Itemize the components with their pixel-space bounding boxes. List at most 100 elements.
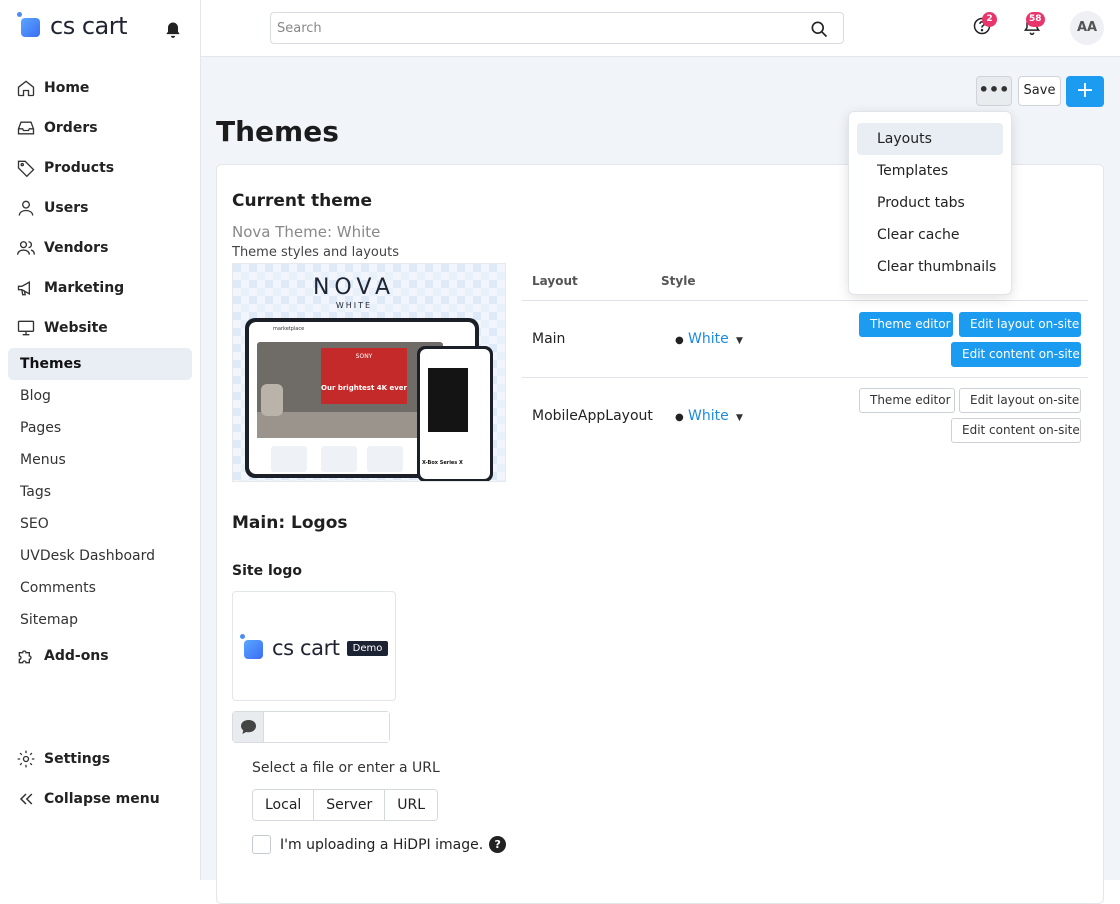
more-actions-button[interactable]: ••• [976, 76, 1012, 106]
source-url-button[interactable]: URL [385, 790, 437, 820]
search-input[interactable] [271, 13, 791, 43]
site-logo-label: Site logo [232, 563, 302, 579]
sidebar-item-orders[interactable]: Orders [8, 108, 192, 148]
collapse-menu-button[interactable]: Collapse menu [8, 779, 192, 819]
file-source-switch: Local Server URL [252, 789, 438, 821]
alt-text-input[interactable] [265, 712, 389, 742]
double-chevron-left-icon [19, 793, 33, 805]
menu-item-clear-cache[interactable]: Clear cache [857, 219, 1003, 251]
gear-icon [17, 750, 35, 768]
sidebar-item-blog[interactable]: Blog [8, 380, 192, 412]
sidebar-item-comments[interactable]: Comments [8, 572, 192, 604]
cs-cart-logo-icon [16, 12, 44, 40]
caret-down-icon[interactable]: ▼ [736, 336, 743, 346]
sidebar-item-marketing[interactable]: Marketing [8, 268, 192, 308]
notifications-bell-icon[interactable] [163, 20, 183, 44]
sidebar-item-products[interactable]: Products [8, 148, 192, 188]
sidebar-item-uvdesk[interactable]: UVDesk Dashboard [8, 540, 192, 572]
page-title: Themes [216, 115, 339, 148]
edit-content-onsite-button[interactable]: Edit content on-site [951, 418, 1081, 443]
sidebar-nav: Home Orders Products Users Vendors Marke… [8, 68, 192, 676]
comment-icon [233, 712, 264, 742]
layout-name: MobileAppLayout [532, 408, 653, 424]
search-icon[interactable] [809, 19, 829, 39]
source-local-button[interactable]: Local [253, 790, 315, 820]
sidebar-item-label: Settings [44, 751, 111, 767]
edit-layout-onsite-button[interactable]: Edit layout on-site [959, 388, 1081, 413]
more-actions-dropdown: Layouts Templates Product tabs Clear cac… [848, 111, 1012, 295]
caret-down-icon[interactable]: ▼ [736, 413, 743, 423]
site-logo-preview[interactable]: cs cart Demo [232, 591, 396, 701]
sidebar-item-sitemap[interactable]: Sitemap [8, 604, 192, 636]
theme-editor-button[interactable]: Theme editor [859, 312, 953, 337]
preview-banner-text: Our brightest 4K ever [321, 384, 408, 392]
cs-cart-logo-icon [239, 634, 267, 662]
sidebar-item-home[interactable]: Home [8, 68, 192, 108]
logos-heading: Main: Logos [232, 513, 348, 533]
save-button[interactable]: Save [1018, 76, 1061, 106]
brand-logo-text: cs cart [50, 12, 128, 40]
sidebar-item-users[interactable]: Users [8, 188, 192, 228]
menu-item-product-tabs[interactable]: Product tabs [857, 187, 1003, 219]
sidebar-item-addons[interactable]: Add-ons [8, 636, 192, 676]
preview-variant-text: WHITE [336, 301, 372, 310]
bullet-icon: ● [675, 412, 684, 423]
sidebar-item-settings[interactable]: Settings [8, 739, 192, 779]
sidebar-item-label: Products [44, 160, 115, 176]
sidebar-item-label: Add-ons [44, 648, 109, 664]
edit-layout-onsite-button[interactable]: Edit layout on-site [959, 312, 1081, 337]
users-icon [17, 241, 35, 255]
style-dropdown[interactable]: White [688, 408, 729, 424]
menu-item-templates[interactable]: Templates [857, 155, 1003, 187]
avatar[interactable]: AA [1070, 11, 1104, 45]
home-icon [17, 80, 35, 97]
table-row: Main ● White ▼ Theme editor Edit layout … [522, 301, 1088, 378]
hidpi-checkbox[interactable] [252, 835, 271, 854]
edit-content-onsite-button[interactable]: Edit content on-site [951, 342, 1081, 367]
sidebar: cs cart Home Orders Products Users Vendo… [0, 0, 201, 880]
theme-subtitle: Theme styles and layouts [232, 245, 399, 260]
source-server-button[interactable]: Server [314, 790, 386, 820]
monitor-icon [17, 320, 35, 336]
demo-badge: Demo [346, 640, 389, 656]
preview-product-name: X-Box Series X [422, 460, 463, 466]
sidebar-item-label: Collapse menu [44, 791, 160, 807]
layout-name: Main [532, 331, 566, 347]
sidebar-item-label: Website [44, 320, 108, 336]
sidebar-item-label: Vendors [44, 240, 109, 256]
sidebar-item-website[interactable]: Website [8, 308, 192, 348]
sidebar-item-vendors[interactable]: Vendors [8, 228, 192, 268]
sidebar-item-seo[interactable]: SEO [8, 508, 192, 540]
sidebar-item-tags[interactable]: Tags [8, 476, 192, 508]
menu-item-clear-thumbnails[interactable]: Clear thumbnails [857, 251, 1003, 283]
user-icon [18, 200, 34, 216]
help-button[interactable]: 2 [972, 12, 997, 40]
sidebar-item-menus[interactable]: Menus [8, 444, 192, 476]
column-header-style: Style [661, 274, 696, 288]
sidebar-item-pages[interactable]: Pages [8, 412, 192, 444]
preview-store-name: marketplace [273, 326, 304, 332]
brand-logo[interactable]: cs cart [16, 12, 128, 40]
style-dropdown[interactable]: White [688, 331, 729, 347]
theme-preview-image[interactable]: NOVA WHITE marketplace SONY Our brightes… [232, 263, 506, 482]
sidebar-item-themes[interactable]: Themes [8, 348, 192, 380]
topbar: 2 58 AA [201, 0, 1120, 57]
sidebar-bottom: Settings Collapse menu [8, 739, 192, 819]
theme-editor-button[interactable]: Theme editor [859, 388, 955, 413]
menu-item-layouts[interactable]: Layouts [857, 123, 1003, 155]
column-header-layout: Layout [532, 274, 578, 288]
alt-text-group [232, 711, 390, 743]
hidpi-option: I'm uploading a HiDPI image. ? [252, 835, 507, 854]
help-icon[interactable]: ? [489, 836, 507, 853]
sidebar-item-label: Orders [44, 120, 98, 136]
logo-preview-text: cs cart [272, 636, 340, 660]
preview-banner-brand: SONY [356, 353, 373, 360]
theme-name: Nova Theme: White [232, 223, 381, 241]
bullet-icon: ● [675, 335, 684, 346]
help-badge: 2 [982, 12, 997, 27]
search-box [270, 12, 844, 44]
inbox-icon [17, 121, 35, 135]
add-button[interactable]: + [1066, 76, 1104, 107]
current-theme-heading: Current theme [232, 191, 373, 211]
notifications-button[interactable]: 58 [1022, 12, 1045, 40]
